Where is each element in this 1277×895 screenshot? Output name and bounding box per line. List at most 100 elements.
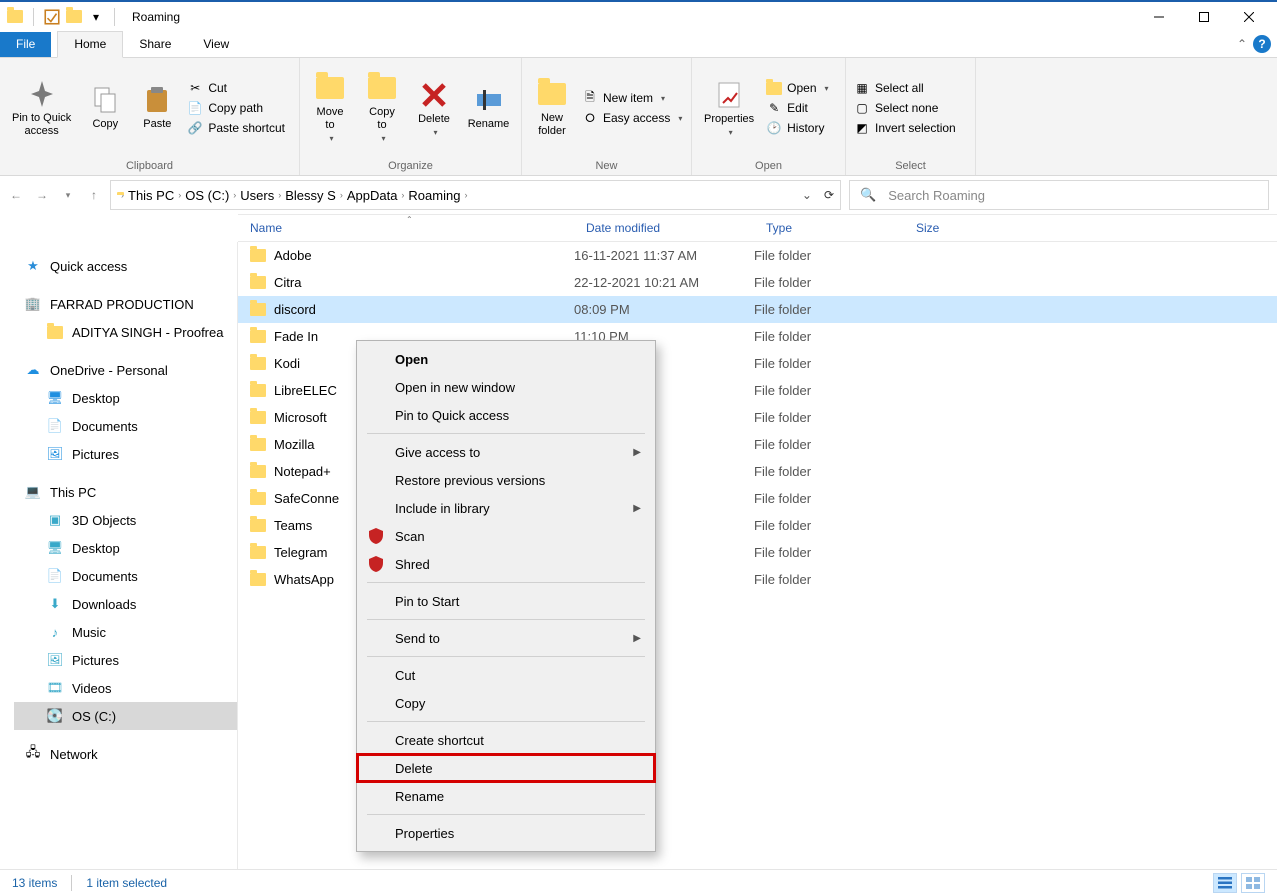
nav-network[interactable]: 🖧Network: [14, 740, 237, 768]
crumb-roaming[interactable]: Roaming›: [408, 188, 467, 203]
history-button[interactable]: 🕑History: [766, 120, 828, 136]
column-size[interactable]: Size: [904, 221, 1004, 235]
table-row[interactable]: Citra22-12-2021 10:21 AMFile folder: [238, 269, 1277, 296]
ctx-scan[interactable]: Scan: [357, 522, 655, 550]
paste-shortcut-button[interactable]: 🔗Paste shortcut: [187, 120, 285, 136]
tab-home[interactable]: Home: [57, 31, 123, 58]
row-name: Kodi: [274, 356, 300, 371]
refresh-button[interactable]: ⟳: [824, 188, 834, 202]
nav-documents[interactable]: 📄Documents: [14, 562, 237, 590]
ctx-cut[interactable]: Cut: [357, 661, 655, 689]
nav-quick-access[interactable]: ★Quick access: [14, 252, 237, 280]
easy-access-icon: ⭘: [582, 110, 598, 126]
group-label-clipboard: Clipboard: [0, 158, 299, 175]
nav-videos[interactable]: 🎞Videos: [14, 674, 237, 702]
crumb-user[interactable]: Blessy S›: [285, 188, 343, 203]
address-dropdown-icon[interactable]: ⌄: [802, 188, 812, 202]
qat-newfolder-icon[interactable]: [65, 8, 83, 26]
tab-file[interactable]: File: [0, 32, 51, 57]
nav-od-pictures[interactable]: 🖼Pictures: [14, 440, 237, 468]
nav-pictures[interactable]: 🖼Pictures: [14, 646, 237, 674]
table-row[interactable]: discord08:09 PMFile folder: [238, 296, 1277, 323]
copy-button[interactable]: Copy: [83, 84, 127, 131]
copy-to-button[interactable]: Copy to▾: [360, 72, 404, 144]
ctx-open-new-window[interactable]: Open in new window: [357, 373, 655, 401]
copy-to-icon: [366, 72, 398, 104]
nav-farrad[interactable]: 🏢FARRAD PRODUCTION: [14, 290, 237, 318]
ctx-rename[interactable]: Rename: [357, 782, 655, 810]
nav-music[interactable]: ♪Music: [14, 618, 237, 646]
ctx-create-shortcut[interactable]: Create shortcut: [357, 726, 655, 754]
properties-button[interactable]: Properties▾: [700, 79, 758, 138]
easy-access-button[interactable]: ⭘Easy access▾: [582, 110, 682, 126]
ctx-send-to[interactable]: Send to▶: [357, 624, 655, 652]
open-button[interactable]: Open▾: [766, 80, 828, 96]
forward-button[interactable]: →: [34, 187, 50, 203]
tab-share[interactable]: Share: [123, 32, 187, 57]
up-button[interactable]: ↑: [86, 187, 102, 203]
nav-onedrive[interactable]: ☁OneDrive - Personal: [14, 356, 237, 384]
row-name: Notepad+: [274, 464, 331, 479]
crumb-users[interactable]: Users›: [240, 188, 281, 203]
paste-button[interactable]: Paste: [135, 84, 179, 131]
ctx-open[interactable]: Open: [357, 345, 655, 373]
invert-selection-button[interactable]: ◩Invert selection: [854, 120, 956, 136]
ctx-include-lib[interactable]: Include in library▶: [357, 494, 655, 522]
folder-open-icon: [766, 80, 782, 96]
new-item-button[interactable]: 🗎New item▾: [582, 90, 682, 106]
view-details-button[interactable]: [1213, 873, 1237, 893]
help-button[interactable]: ?: [1253, 35, 1271, 53]
maximize-button[interactable]: [1181, 3, 1226, 31]
column-name[interactable]: ⌃Name: [238, 221, 574, 235]
view-large-icons-button[interactable]: [1241, 873, 1265, 893]
tab-view[interactable]: View: [187, 32, 245, 57]
ctx-properties[interactable]: Properties: [357, 819, 655, 847]
qat-properties-icon[interactable]: [43, 8, 61, 26]
minimize-button[interactable]: [1136, 3, 1181, 31]
nav-aditya[interactable]: ADITYA SINGH - Proofrea: [14, 318, 237, 346]
close-button[interactable]: [1226, 3, 1271, 31]
rename-button[interactable]: Rename: [464, 84, 513, 131]
folder-icon: [250, 357, 266, 370]
ctx-delete[interactable]: Delete: [357, 754, 655, 782]
pin-to-quick-access-button[interactable]: Pin to Quick access: [8, 78, 75, 138]
edit-button[interactable]: ✎Edit: [766, 100, 828, 116]
select-all-button[interactable]: ▦Select all: [854, 80, 956, 96]
monitor-icon: 🖥: [46, 539, 64, 557]
table-row[interactable]: Adobe16-11-2021 11:37 AMFile folder: [238, 242, 1277, 269]
cloud-icon: ☁: [24, 361, 42, 379]
crumb-appdata[interactable]: AppData›: [347, 188, 405, 203]
crumb-os[interactable]: OS (C:)›: [185, 188, 236, 203]
ribbon-collapse-icon[interactable]: ⌃: [1237, 37, 1247, 51]
address-bar[interactable]: › This PC› OS (C:)› Users› Blessy S› App…: [110, 180, 841, 210]
folder-icon: [250, 384, 266, 397]
search-input[interactable]: 🔍 Search Roaming: [849, 180, 1269, 210]
ctx-restore-prev[interactable]: Restore previous versions: [357, 466, 655, 494]
ctx-pin-start[interactable]: Pin to Start: [357, 587, 655, 615]
nav-od-desktop[interactable]: 🖥Desktop: [14, 384, 237, 412]
nav-downloads[interactable]: ⬇Downloads: [14, 590, 237, 618]
recent-locations-button[interactable]: ▾: [60, 187, 76, 203]
column-type[interactable]: Type: [754, 221, 904, 235]
nav-desktop[interactable]: 🖥Desktop: [14, 534, 237, 562]
ctx-pin-quick[interactable]: Pin to Quick access: [357, 401, 655, 429]
ctx-copy[interactable]: Copy: [357, 689, 655, 717]
column-date[interactable]: Date modified: [574, 221, 754, 235]
select-none-button[interactable]: ▢Select none: [854, 100, 956, 116]
cut-button[interactable]: ✂Cut: [187, 80, 285, 96]
ctx-shred[interactable]: Shred: [357, 550, 655, 578]
new-item-icon: 🗎: [582, 90, 598, 106]
back-button[interactable]: ←: [8, 187, 24, 203]
nav-od-documents[interactable]: 📄Documents: [14, 412, 237, 440]
nav-thispc[interactable]: 💻This PC: [14, 478, 237, 506]
ctx-give-access[interactable]: Give access to▶: [357, 438, 655, 466]
new-folder-button[interactable]: New folder: [530, 78, 574, 138]
qat-dropdown-icon[interactable]: ▾: [87, 8, 105, 26]
nav-os-c[interactable]: 💽OS (C:): [14, 702, 237, 730]
pictures-icon: 🖼: [46, 445, 64, 463]
crumb-thispc[interactable]: This PC›: [128, 188, 181, 203]
move-to-button[interactable]: Move to▾: [308, 72, 352, 144]
copy-path-button[interactable]: 📄Copy path: [187, 100, 285, 116]
delete-button[interactable]: Delete▾: [412, 79, 456, 138]
nav-3d[interactable]: ▣3D Objects: [14, 506, 237, 534]
